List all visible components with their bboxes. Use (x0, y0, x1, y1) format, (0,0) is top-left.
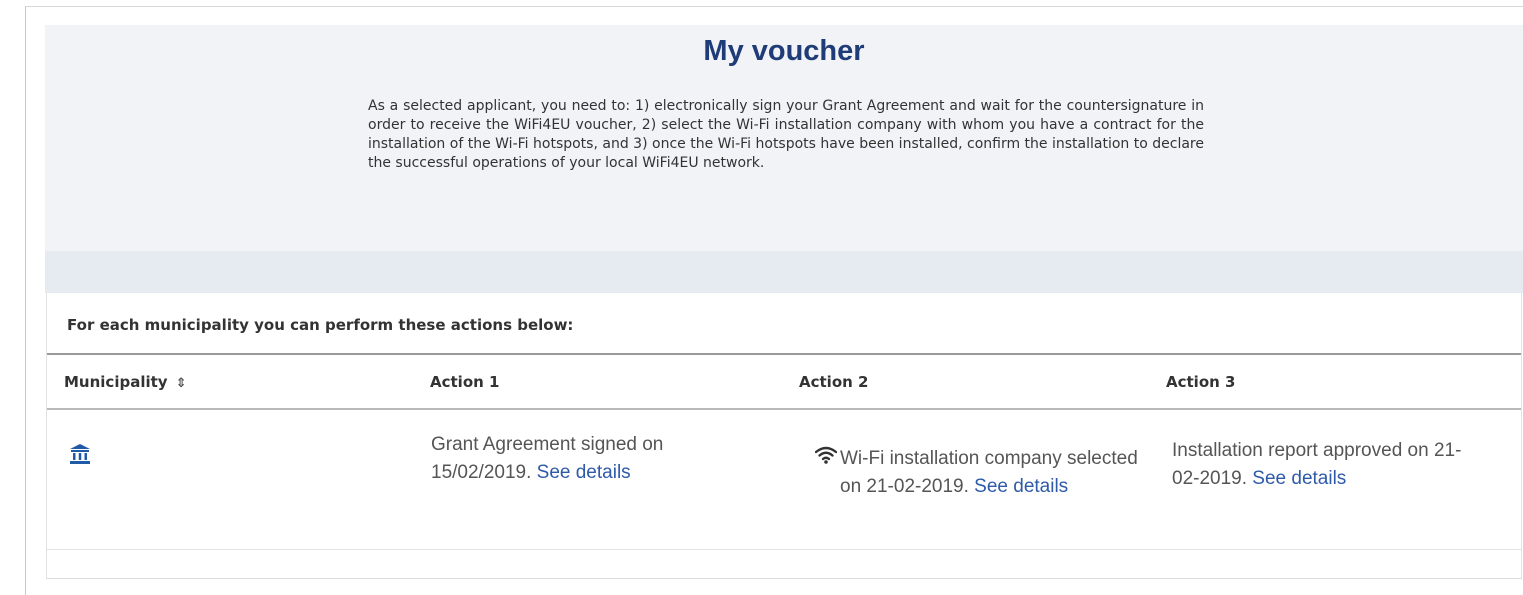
column-header-action-1: Action 1 (430, 373, 500, 391)
page-title: My voucher (703, 35, 865, 67)
action-1-cell: Grant Agreement signed on 15/02/2019. Se… (431, 431, 751, 487)
action-2-cell: Wi-Fi installation company selected on 2… (840, 445, 1140, 501)
voucher-page: My voucher As a selected applicant, you … (25, 6, 1523, 595)
action-2-see-details-link[interactable]: See details (974, 476, 1068, 497)
table-header-rule (47, 408, 1521, 410)
table-row-divider (47, 549, 1521, 550)
sort-icon[interactable]: ⇕ (176, 376, 187, 391)
section-divider-strip (45, 251, 1523, 293)
column-header-municipality-label: Municipality (64, 373, 168, 391)
column-header-action-2: Action 2 (799, 373, 869, 391)
municipality-actions-panel: For each municipality you can perform th… (46, 293, 1522, 579)
intro-text: As a selected applicant, you need to: 1)… (368, 98, 1204, 171)
column-header-action-3: Action 3 (1166, 373, 1236, 391)
action-3-cell: Installation report approved on 21-02-20… (1172, 437, 1472, 493)
municipality-building-icon[interactable] (69, 443, 91, 465)
action-1-see-details-link[interactable]: See details (537, 462, 631, 483)
column-header-municipality[interactable]: Municipality ⇕ (64, 373, 186, 391)
table-instruction: For each municipality you can perform th… (67, 316, 574, 334)
voucher-header-panel: My voucher As a selected applicant, you … (45, 25, 1523, 251)
wifi-icon (815, 446, 837, 464)
table-top-rule (47, 353, 1521, 355)
action-3-see-details-link[interactable]: See details (1252, 468, 1346, 489)
